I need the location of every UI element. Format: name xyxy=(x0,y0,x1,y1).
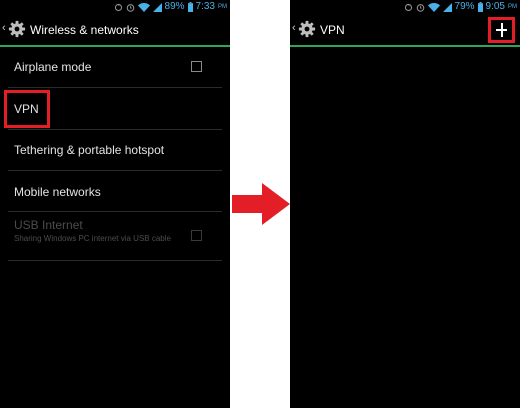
screen-title: VPN xyxy=(320,23,345,37)
battery-icon xyxy=(477,2,483,12)
usb-internet-checkbox xyxy=(191,230,202,241)
add-vpn-plus-icon[interactable] xyxy=(488,17,515,43)
clock-time: 7:33 xyxy=(195,1,215,12)
settings-gear-icon[interactable] xyxy=(298,20,316,43)
usb-internet-label: USB Internet xyxy=(14,218,83,232)
wifi-icon xyxy=(137,2,150,12)
airplane-mode-checkbox[interactable] xyxy=(191,61,202,72)
usb-internet-row: USB Internet Sharing Windows PC internet… xyxy=(8,212,222,261)
mobile-networks-row[interactable]: Mobile networks xyxy=(8,171,222,212)
back-icon[interactable]: ‹ xyxy=(292,21,296,35)
action-bar: ‹ Wireless & networks xyxy=(0,14,230,47)
clock-ampm: PM xyxy=(218,4,227,10)
right-arrow-icon xyxy=(232,183,290,230)
mobile-networks-label: Mobile networks xyxy=(14,185,101,199)
wireless-networks-screen: 89% 7:33 PM ‹ Wireless & networks Airpla… xyxy=(0,0,230,408)
alarm-icon xyxy=(416,3,425,12)
battery-percent: 79% xyxy=(454,1,475,12)
vpn-highlight-box xyxy=(4,90,50,128)
clock-time: 9:05 xyxy=(485,1,505,12)
tethering-hotspot-label: Tethering & portable hotspot xyxy=(14,143,165,157)
battery-icon xyxy=(187,2,193,12)
sync-icon xyxy=(404,3,413,12)
wifi-icon xyxy=(427,2,440,12)
status-icons: 79% 9:05 PM xyxy=(404,1,517,13)
back-icon[interactable]: ‹ xyxy=(2,21,6,35)
sync-icon xyxy=(114,3,123,12)
status-bar: 79% 9:05 PM xyxy=(290,0,520,14)
battery-percent: 89% xyxy=(164,1,185,12)
screen-title: Wireless & networks xyxy=(30,23,139,37)
signal-icon xyxy=(442,2,452,12)
clock-ampm: PM xyxy=(508,4,517,10)
usb-internet-description: Sharing Windows PC internet via USB cabl… xyxy=(14,234,171,243)
status-bar: 89% 7:33 PM xyxy=(0,0,230,14)
vpn-screen: 79% 9:05 PM ‹ VPN xyxy=(290,0,520,408)
alarm-icon xyxy=(126,3,135,12)
airplane-mode-label: Airplane mode xyxy=(14,60,92,74)
tethering-hotspot-row[interactable]: Tethering & portable hotspot xyxy=(8,130,222,171)
airplane-mode-row[interactable]: Airplane mode xyxy=(8,47,222,88)
signal-icon xyxy=(152,2,162,12)
action-bar: ‹ VPN xyxy=(290,14,520,47)
status-icons: 89% 7:33 PM xyxy=(114,1,227,13)
settings-gear-icon[interactable] xyxy=(8,20,26,43)
